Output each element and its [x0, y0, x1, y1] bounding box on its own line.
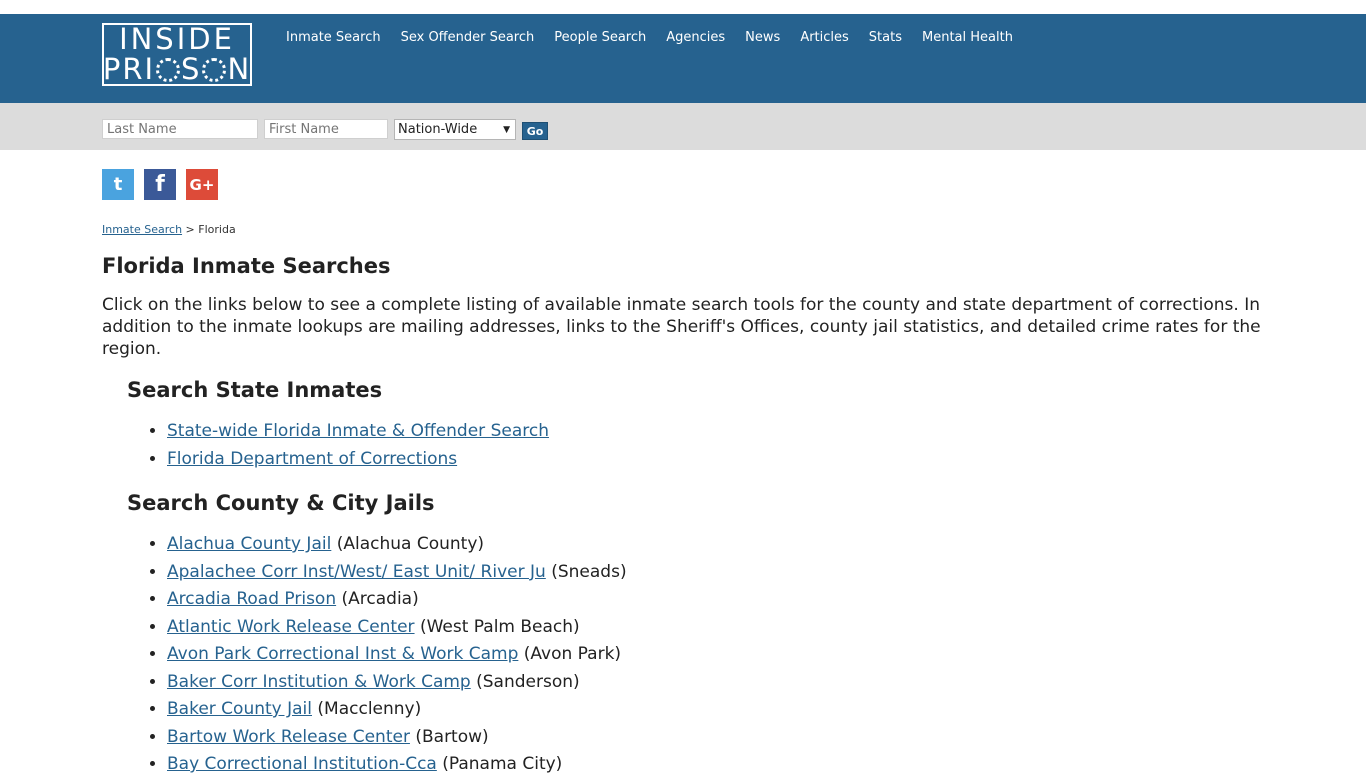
main-nav: Inmate Search Sex Offender Search People…	[286, 30, 1033, 45]
jail-link[interactable]: Arcadia Road Prison	[167, 589, 336, 609]
list-item: Bay Correctional Institution-Cca (Panama…	[167, 751, 1262, 779]
breadcrumb-inmate-search[interactable]: Inmate Search	[102, 223, 182, 236]
logo-text-c: N	[227, 52, 252, 86]
scope-select[interactable]: Nation-Wide ▼	[394, 119, 516, 140]
jail-location: (Bartow)	[415, 726, 489, 747]
jail-location: (Sanderson)	[476, 671, 580, 692]
chevron-down-icon: ▼	[503, 124, 510, 135]
breadcrumb-current: Florida	[198, 223, 236, 236]
go-button[interactable]: Go	[522, 122, 548, 140]
site-header: INSIDE PR I S N Inmate Search Sex Offender …	[0, 14, 1366, 103]
jail-link[interactable]: Atlantic Work Release Center	[167, 617, 415, 637]
list-item: Apalachee Corr Inst/West/ East Unit/ Riv…	[167, 559, 1262, 587]
county-jails-list: Alachua County Jail (Alachua County) Apa…	[102, 531, 1262, 779]
nav-inmate-search[interactable]: Inmate Search	[286, 30, 381, 45]
fl-doc-link[interactable]: Florida Department of Corrections	[167, 449, 457, 469]
nav-mental-health[interactable]: Mental Health	[922, 30, 1013, 45]
list-item: State-wide Florida Inmate & Offender Sea…	[167, 418, 1262, 446]
list-item: Avon Park Correctional Inst & Work Camp …	[167, 641, 1262, 669]
first-name-input[interactable]	[264, 119, 388, 139]
intro-text: Click on the links below to see a comple…	[102, 295, 1261, 359]
breadcrumb-separator: >	[185, 223, 195, 236]
logo-ring-icon	[202, 57, 227, 82]
logo-line1: INSIDE	[119, 22, 235, 56]
site-logo[interactable]: INSIDE PR I S N	[102, 23, 252, 86]
twitter-icon[interactable]: t	[102, 169, 134, 200]
list-item: Bartow Work Release Center (Bartow)	[167, 724, 1262, 752]
page-title: Florida Inmate Searches	[102, 254, 391, 278]
list-item: Atlantic Work Release Center (West Palm …	[167, 614, 1262, 642]
list-item: Arcadia Road Prison (Arcadia)	[167, 586, 1262, 614]
jail-location: (Avon Park)	[523, 644, 622, 664]
list-item: Alachua County Jail (Alachua County)	[167, 531, 1262, 559]
state-inmate-search-link[interactable]: State-wide Florida Inmate & Offender Sea…	[167, 421, 549, 441]
county-section-heading: Search County & City Jails	[127, 491, 435, 515]
facebook-icon[interactable]: f	[144, 169, 176, 200]
search-bar: Nation-Wide ▼ Go	[0, 103, 1366, 150]
breadcrumb: Inmate Search > Florida	[102, 223, 236, 236]
last-name-input[interactable]	[102, 119, 258, 139]
list-item: Florida Department of Corrections	[167, 446, 1262, 474]
jail-link[interactable]: Avon Park Correctional Inst & Work Camp	[167, 644, 518, 664]
state-links-list: State-wide Florida Inmate & Offender Sea…	[102, 418, 1262, 473]
jail-location: (Sneads)	[551, 561, 627, 582]
jail-location: (Arcadia)	[341, 589, 419, 609]
nav-stats[interactable]: Stats	[869, 30, 902, 45]
jail-location: (Alachua County)	[336, 534, 485, 554]
top-strip	[0, 0, 1366, 14]
nav-news[interactable]: News	[745, 30, 780, 45]
logo-ring-icon	[156, 57, 181, 82]
main-content: Florida Inmate Searches Click on the lin…	[102, 250, 1262, 779]
google-plus-icon[interactable]: G+	[186, 169, 218, 200]
jail-location: (Panama City)	[442, 754, 563, 774]
jail-link[interactable]: Bartow Work Release Center	[167, 727, 410, 747]
nav-people-search[interactable]: People Search	[554, 30, 646, 45]
list-item: Baker County Jail (Macclenny)	[167, 696, 1262, 724]
state-section-heading: Search State Inmates	[127, 378, 383, 402]
jail-link[interactable]: Bay Correctional Institution-Cca	[167, 754, 437, 774]
social-share: t f G+	[102, 169, 228, 200]
jail-location: (Macclenny)	[317, 699, 422, 719]
jail-link[interactable]: Apalachee Corr Inst/West/ East Unit/ Riv…	[167, 562, 546, 582]
nav-agencies[interactable]: Agencies	[666, 30, 725, 45]
logo-text-b: S	[181, 52, 202, 86]
nav-articles[interactable]: Articles	[800, 30, 848, 45]
jail-link[interactable]: Baker County Jail	[167, 699, 312, 719]
jail-link[interactable]: Alachua County Jail	[167, 534, 331, 554]
jail-location: (West Palm Beach)	[419, 616, 580, 637]
list-item: Baker Corr Institution & Work Camp (Sand…	[167, 669, 1262, 697]
scope-select-value: Nation-Wide	[398, 122, 478, 137]
logo-line2: PR I S N	[102, 52, 252, 86]
jail-link[interactable]: Baker Corr Institution & Work Camp	[167, 672, 471, 692]
nav-sex-offender-search[interactable]: Sex Offender Search	[401, 30, 535, 45]
logo-text-a: PR	[102, 52, 145, 86]
